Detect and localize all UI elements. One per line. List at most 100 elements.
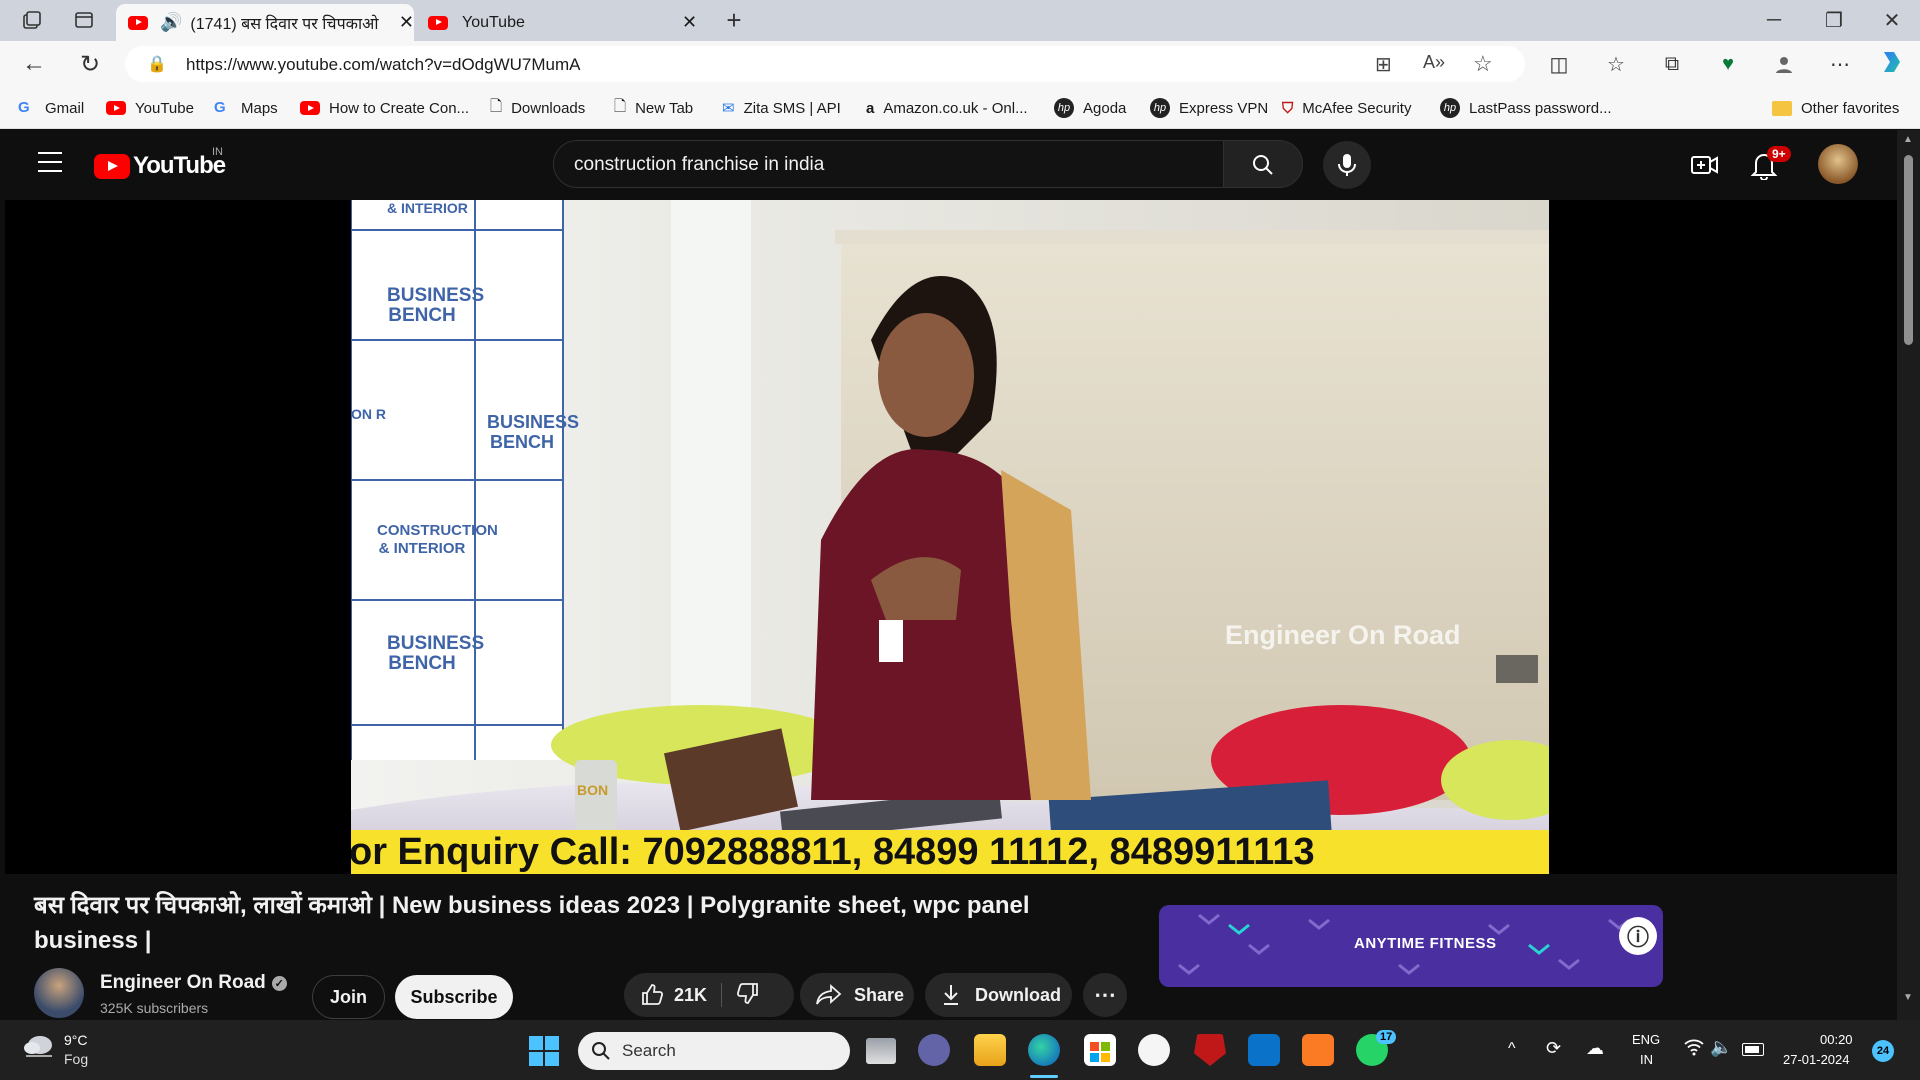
bookmark-gmail[interactable]: G Gmail — [18, 96, 84, 120]
channel-avatar[interactable] — [34, 968, 84, 1018]
bookmark-agoda[interactable]: hp Agoda — [1054, 96, 1126, 120]
favorites-icon[interactable]: ☆ — [1602, 50, 1630, 78]
bookmark-how-to-create[interactable]: How to Create Con... — [300, 96, 469, 120]
region-code: IN — [212, 146, 223, 158]
bookmark-youtube[interactable]: YouTube — [106, 96, 194, 120]
clock-time[interactable]: 00:20 — [1820, 1032, 1853, 1047]
back-icon[interactable]: ← — [20, 50, 48, 78]
more-actions-icon[interactable]: ⋯ — [1083, 973, 1127, 1017]
close-tab-icon[interactable]: ✕ — [682, 12, 697, 33]
youtube-logo[interactable]: YouTube — [94, 152, 226, 180]
restore-icon[interactable]: ❐ — [1820, 6, 1848, 34]
windows-taskbar — [0, 1020, 1920, 1080]
youtube-logo-icon — [94, 153, 130, 179]
more-menu-icon[interactable]: ⋯ — [1826, 50, 1854, 78]
avatar[interactable] — [1818, 144, 1858, 184]
scrollbar-thumb[interactable] — [1904, 155, 1913, 345]
refresh-icon[interactable]: ↻ — [76, 50, 104, 78]
bookmark-zita-sms[interactable]: ✉ Zita SMS | API — [722, 96, 841, 120]
file-explorer-icon[interactable] — [974, 1034, 1006, 1066]
google-icon: G — [214, 99, 226, 116]
read-aloud-icon[interactable]: A» — [1423, 52, 1445, 73]
search-input[interactable]: construction franchise in india — [553, 140, 1225, 188]
notification-center-badge[interactable]: 24 — [1872, 1040, 1894, 1062]
bookmark-express-vpn[interactable]: hp Express VPN — [1150, 96, 1268, 120]
microsoft-store-icon[interactable] — [1084, 1034, 1116, 1066]
bookmark-mcafee[interactable]: ⛉ McAfee Security — [1282, 96, 1411, 120]
taskbar-search[interactable]: Search — [578, 1032, 850, 1070]
edge-active-indicator — [1030, 1075, 1058, 1078]
task-view-icon[interactable] — [866, 1038, 896, 1064]
bookmark-amazon[interactable]: a Amazon.co.uk - Onl... — [866, 96, 1028, 120]
page-scrollbar[interactable]: ▲ ▼ — [1897, 130, 1920, 1020]
app-available-icon[interactable]: ⊞ — [1375, 52, 1392, 77]
chrome-alt-icon[interactable] — [1138, 1034, 1170, 1066]
create-video-icon[interactable] — [1690, 152, 1720, 183]
clock-date[interactable]: 27-01-2024 — [1783, 1052, 1850, 1067]
bookmark-new-tab[interactable]: 🗋 New Tab — [614, 96, 693, 120]
onedrive-icon[interactable]: ☁ — [1586, 1038, 1604, 1059]
video-frame[interactable]: BUSINESS BENCH BUSINESS BENCH CONSTRUCTI… — [351, 200, 1549, 874]
tab-actions-icon[interactable] — [70, 6, 98, 34]
language-top[interactable]: ENG — [1632, 1032, 1660, 1047]
show-hidden-icons-icon[interactable]: ^ — [1508, 1040, 1516, 1058]
bookmark-lastpass[interactable]: hp LastPass password... — [1440, 96, 1612, 120]
browser-essentials-icon[interactable]: ♥ — [1714, 50, 1742, 78]
workspaces-icon[interactable] — [18, 6, 46, 34]
close-window-icon[interactable]: ✕ — [1878, 6, 1906, 34]
profile-icon[interactable] — [1770, 50, 1798, 78]
scroll-down-icon[interactable]: ▼ — [1903, 992, 1913, 1003]
share-button[interactable]: Share — [800, 973, 914, 1017]
sync-icon[interactable]: ⟳ — [1546, 1038, 1561, 1059]
taskbar-search-placeholder: Search — [622, 1041, 676, 1060]
download-button[interactable]: Download — [925, 973, 1072, 1017]
language-bottom[interactable]: IN — [1640, 1052, 1653, 1067]
search-input-value[interactable]: construction franchise in india — [574, 154, 824, 176]
subscribe-button[interactable]: Subscribe — [395, 975, 513, 1019]
tab-youtube[interactable]: YouTube ✕ — [420, 4, 710, 41]
dislike-button[interactable] — [736, 981, 760, 1010]
new-tab-icon[interactable]: + — [720, 5, 748, 35]
bookmark-other-favorites[interactable]: Other favorites — [1772, 96, 1899, 120]
menu-hamburger-icon[interactable] — [38, 152, 62, 172]
ad-info-icon[interactable]: ⓘ — [1619, 917, 1657, 955]
bookmark-maps[interactable]: G Maps — [214, 96, 278, 120]
scroll-up-icon[interactable]: ▲ — [1903, 134, 1913, 145]
vscode-icon[interactable] — [1248, 1034, 1280, 1066]
youtube-icon — [300, 101, 320, 115]
url-text[interactable]: https://www.youtube.com/watch?v=dOdgWU7M… — [186, 55, 580, 75]
channel-name-link[interactable]: Engineer On Road ✓ — [100, 972, 287, 994]
tab-title: (1741) बस दिवार पर चिपकाओ — [190, 15, 379, 33]
share-icon — [816, 984, 842, 1005]
minimize-icon[interactable]: ─ — [1760, 6, 1788, 34]
teams-icon[interactable] — [918, 1034, 950, 1066]
ad-brand: ANYTIME FITNESS — [1354, 935, 1497, 952]
wall-label: CONSTRUCTION & INTERIOR — [377, 522, 498, 557]
like-button[interactable]: 21K — [640, 983, 707, 1007]
copilot-icon[interactable] — [1878, 48, 1906, 76]
voice-search-button[interactable] — [1323, 141, 1371, 189]
wifi-icon[interactable] — [1684, 1038, 1704, 1061]
glue-label: BON — [577, 782, 609, 798]
edge-icon[interactable] — [1028, 1034, 1060, 1066]
weather-desc: Fog — [64, 1051, 89, 1067]
search-button[interactable] — [1223, 140, 1303, 188]
lock-icon[interactable]: 🔒 — [147, 54, 167, 74]
youtube-icon — [106, 101, 126, 115]
speaker-icon[interactable]: 🔊 — [160, 12, 182, 33]
close-tab-icon[interactable]: ✕ — [399, 12, 414, 33]
bookmark-downloads[interactable]: 🗋 Downloads — [490, 96, 585, 120]
collections-icon[interactable]: ⧉ — [1658, 50, 1686, 78]
battery-icon[interactable] — [1742, 1043, 1764, 1056]
tab-active[interactable]: 🔊 (1741) बस दिवार पर चिपकाओ ✕ — [116, 4, 414, 41]
favorite-star-icon[interactable]: ☆ — [1473, 51, 1493, 77]
hp-icon: hp — [1150, 98, 1170, 118]
xampp-icon[interactable] — [1302, 1034, 1334, 1066]
join-button[interactable]: Join — [312, 975, 385, 1019]
split-screen-icon[interactable]: ◫ — [1545, 50, 1573, 78]
weather-cloud-icon[interactable] — [22, 1032, 56, 1065]
volume-icon[interactable]: 🔈 — [1710, 1037, 1732, 1058]
ad-banner[interactable]: ANYTIME FITNESS ⓘ — [1159, 905, 1663, 987]
start-windows-icon[interactable] — [528, 1035, 560, 1072]
address-bar[interactable]: 🔒 https://www.youtube.com/watch?v=dOdgWU… — [125, 46, 1525, 82]
